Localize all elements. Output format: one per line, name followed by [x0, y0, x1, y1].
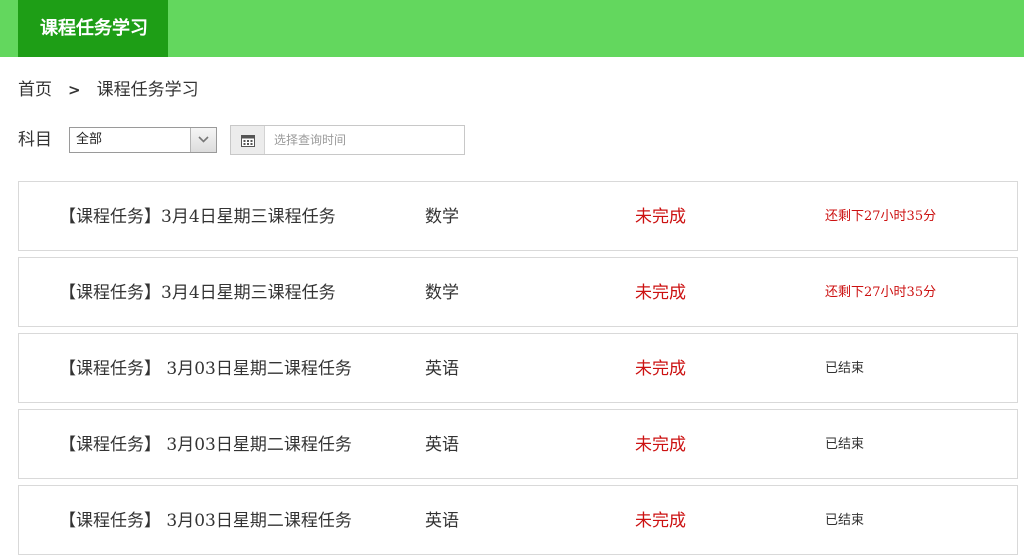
subject-select[interactable]: 全部 [69, 127, 217, 153]
date-query-input[interactable]: 选择查询时间 [230, 125, 465, 155]
task-subject: 英语 [425, 359, 459, 379]
task-row[interactable]: 【课程任务】3月4日星期三课程任务 数学 未完成 还剩下27小时35分 [18, 257, 1018, 327]
filter-bar: 科目 全部 选择查询时间 [18, 125, 478, 155]
task-title[interactable]: 【课程任务】 3月03日星期二课程任务 [59, 410, 352, 480]
chevron-down-icon[interactable] [190, 128, 216, 152]
task-row[interactable]: 【课程任务】 3月03日星期二课程任务 英语 未完成 已结束 [18, 485, 1018, 555]
subject-select-value: 全部 [76, 132, 103, 147]
task-status: 未完成 [635, 435, 686, 455]
task-remaining-time: 还剩下27小时35分 [825, 209, 937, 224]
subject-label: 科目 [18, 130, 52, 150]
breadcrumb: 首页 > 课程任务学习 [18, 78, 199, 102]
task-subject: 数学 [425, 283, 459, 303]
breadcrumb-separator: > [68, 81, 81, 99]
task-status: 未完成 [635, 207, 686, 227]
task-remaining-time: 已结束 [825, 513, 865, 528]
task-subject: 英语 [425, 511, 459, 531]
task-subject: 数学 [425, 207, 459, 227]
date-placeholder: 选择查询时间 [274, 133, 347, 147]
task-row[interactable]: 【课程任务】 3月03日星期二课程任务 英语 未完成 已结束 [18, 333, 1018, 403]
breadcrumb-current: 课程任务学习 [96, 80, 199, 100]
calendar-icon[interactable] [231, 126, 265, 154]
task-subject: 英语 [425, 435, 459, 455]
breadcrumb-home-link[interactable]: 首页 [18, 80, 52, 100]
task-status: 未完成 [635, 359, 686, 379]
task-remaining-time: 已结束 [825, 437, 865, 452]
task-remaining-time: 已结束 [825, 361, 865, 376]
task-status: 未完成 [635, 283, 686, 303]
tab-course-task-study[interactable]: 课程任务学习 [18, 0, 168, 57]
task-row[interactable]: 【课程任务】 3月03日星期二课程任务 英语 未完成 已结束 [18, 409, 1018, 479]
task-status: 未完成 [635, 511, 686, 531]
task-row[interactable]: 【课程任务】3月4日星期三课程任务 数学 未完成 还剩下27小时35分 [18, 181, 1018, 251]
task-title[interactable]: 【课程任务】 3月03日星期二课程任务 [59, 334, 352, 404]
task-title[interactable]: 【课程任务】3月4日星期三课程任务 [59, 258, 336, 328]
task-title[interactable]: 【课程任务】 3月03日星期二课程任务 [59, 486, 352, 556]
task-remaining-time: 还剩下27小时35分 [825, 285, 937, 300]
top-nav-bar: 课程任务学习 [0, 0, 1024, 57]
task-title[interactable]: 【课程任务】3月4日星期三课程任务 [59, 182, 336, 252]
